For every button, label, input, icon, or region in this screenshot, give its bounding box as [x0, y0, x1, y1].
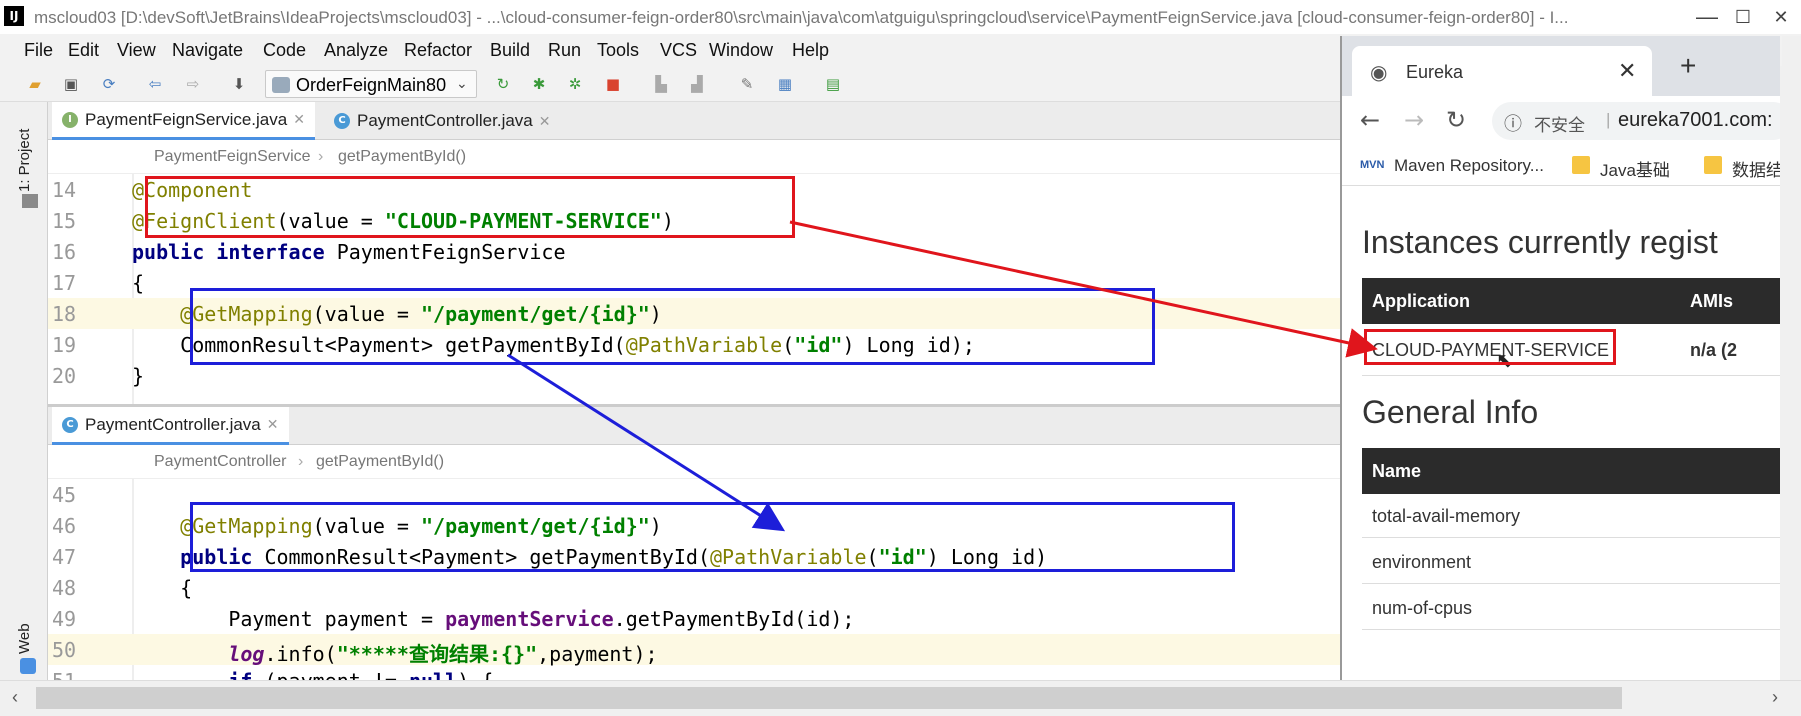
annotation-arrows: [507, 220, 1378, 532]
arrow-mapping-to-controller: [507, 353, 786, 532]
arrow-feign-to-eureka: [789, 220, 1378, 358]
